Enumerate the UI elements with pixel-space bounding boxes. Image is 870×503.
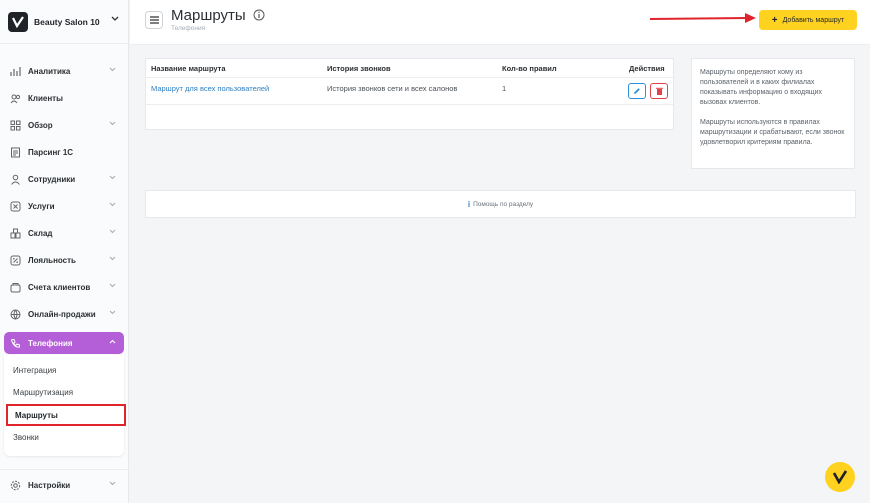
chevron-down-icon [109, 229, 116, 234]
info-icon[interactable] [253, 9, 265, 21]
route-name-link[interactable]: Маршрут для всех пользователей [151, 84, 269, 93]
submenu-item-routes[interactable]: Маршруты [6, 404, 126, 426]
gear-icon [10, 480, 21, 491]
staff-icon [10, 174, 21, 185]
help-section-link[interactable]: i Помощь по разделу [145, 190, 856, 218]
analytics-icon [10, 66, 21, 77]
page-header: Маршруты Телефония + Добавить маршрут [130, 0, 870, 45]
sidebar-divider [0, 469, 129, 470]
sidebar-item-label: Парсинг 1С [28, 147, 74, 157]
breadcrumb[interactable]: Телефония [171, 25, 205, 32]
sidebar-item-label: Лояльность [28, 255, 76, 265]
sidebar-item-label: Сотрудники [28, 174, 76, 184]
hamburger-icon [149, 16, 159, 24]
submenu-item-label: Звонки [13, 432, 39, 442]
sidebar-item-settings[interactable]: Настройки [4, 474, 124, 496]
menu-toggle-button[interactable] [145, 11, 163, 29]
table-divider [146, 104, 673, 105]
route-rules-count: 1 [502, 84, 507, 93]
sidebar-item-label: Онлайн-продажи [28, 309, 96, 319]
online-sales-icon [10, 309, 21, 320]
chevron-down-icon [109, 175, 116, 180]
page-title: Маршруты [171, 7, 246, 24]
chevron-down-icon [109, 283, 116, 288]
info-paragraph-1: Маршруты определяют кому из пользователе… [700, 69, 823, 106]
services-icon [10, 201, 21, 212]
chevron-down-icon [111, 16, 119, 21]
brand-logo-icon [8, 11, 28, 32]
submenu-item-routing[interactable]: Маршрутизация [4, 381, 124, 403]
phone-icon [10, 338, 21, 349]
sidebar-item-accounts[interactable]: Счета клиентов [4, 276, 124, 298]
sidebar-item-clients[interactable]: Клиенты [4, 87, 124, 109]
route-history: История звонков сети и всех салонов [327, 84, 458, 93]
column-header-rules: Кол-во правил [502, 64, 557, 73]
add-route-label: Добавить маршрут [782, 16, 845, 24]
telephony-submenu: Интеграция Маршрутизация Маршруты Звонки [4, 355, 126, 456]
chevron-down-icon [109, 202, 116, 207]
chevron-down-icon [109, 310, 116, 315]
sidebar-item-label: Счета клиентов [28, 282, 91, 292]
add-route-button[interactable]: + Добавить маршрут [759, 10, 857, 30]
brand-logo-icon [833, 470, 847, 484]
clients-icon [10, 93, 21, 104]
sidebar-item-label: Склад [28, 228, 53, 238]
chevron-up-icon [109, 339, 116, 344]
trash-icon [655, 87, 663, 95]
chevron-down-icon [109, 121, 116, 126]
sidebar-item-label: Телефония [28, 338, 73, 348]
chevron-down-icon [109, 67, 116, 72]
edit-route-button[interactable] [628, 83, 646, 99]
loyalty-icon [10, 255, 21, 266]
arrow-annotation-icon [650, 13, 756, 23]
sidebar-item-staff[interactable]: Сотрудники [4, 168, 124, 190]
sidebar-item-overview[interactable]: Обзор [4, 114, 124, 136]
plus-icon: + [771, 14, 778, 26]
sidebar-item-label: Обзор [28, 120, 53, 130]
pencil-icon [634, 88, 640, 94]
sidebar-item-warehouse[interactable]: Склад [4, 222, 124, 244]
sidebar-item-label: Услуги [28, 201, 55, 211]
info-small-icon: i [467, 199, 471, 209]
support-widget-button[interactable] [825, 462, 855, 492]
column-header-name: Название маршрута [151, 64, 226, 73]
routes-info-card: Маршруты определяют кому из пользователе… [691, 58, 855, 169]
sidebar-item-label: Настройки [28, 480, 71, 490]
table-divider [146, 77, 673, 78]
sidebar-item-services[interactable]: Услуги [4, 195, 124, 217]
sidebar-item-label: Аналитика [28, 66, 71, 76]
sidebar-item-online-sales[interactable]: Онлайн-продажи [4, 303, 124, 325]
submenu-item-label: Маршруты [15, 410, 58, 420]
brand-switcher[interactable]: Beauty Salon 10 [0, 0, 129, 44]
brand-name: Beauty Salon 10 [34, 16, 100, 27]
warehouse-icon [10, 228, 21, 239]
sidebar-item-parsing[interactable]: Парсинг 1С [4, 141, 124, 163]
sidebar-item-analytics[interactable]: Аналитика [4, 60, 124, 82]
column-header-actions: Действия [629, 64, 665, 73]
overview-icon [10, 120, 21, 131]
sidebar: Beauty Salon 10 Аналитика Клиенты Обзор … [0, 0, 129, 503]
submenu-item-label: Интеграция [13, 365, 57, 375]
submenu-item-calls[interactable]: Звонки [4, 426, 124, 448]
chevron-down-icon [109, 256, 116, 261]
parsing-icon [10, 147, 21, 158]
column-header-history: История звонков [327, 64, 391, 73]
delete-route-button[interactable] [650, 83, 668, 99]
routes-table: Название маршрута История звонков Кол-во… [145, 58, 674, 130]
sidebar-item-label: Клиенты [28, 93, 63, 103]
submenu-item-label: Маршрутизация [13, 387, 74, 397]
help-label: Помощь по разделу [473, 200, 534, 208]
submenu-item-integration[interactable]: Интеграция [4, 359, 124, 381]
info-paragraph-2: Маршруты используются в правилах маршрут… [700, 119, 845, 146]
chevron-down-icon [109, 481, 116, 486]
sidebar-item-loyalty[interactable]: Лояльность [4, 249, 124, 271]
accounts-icon [10, 282, 21, 293]
sidebar-item-telephony[interactable]: Телефония [4, 332, 124, 354]
